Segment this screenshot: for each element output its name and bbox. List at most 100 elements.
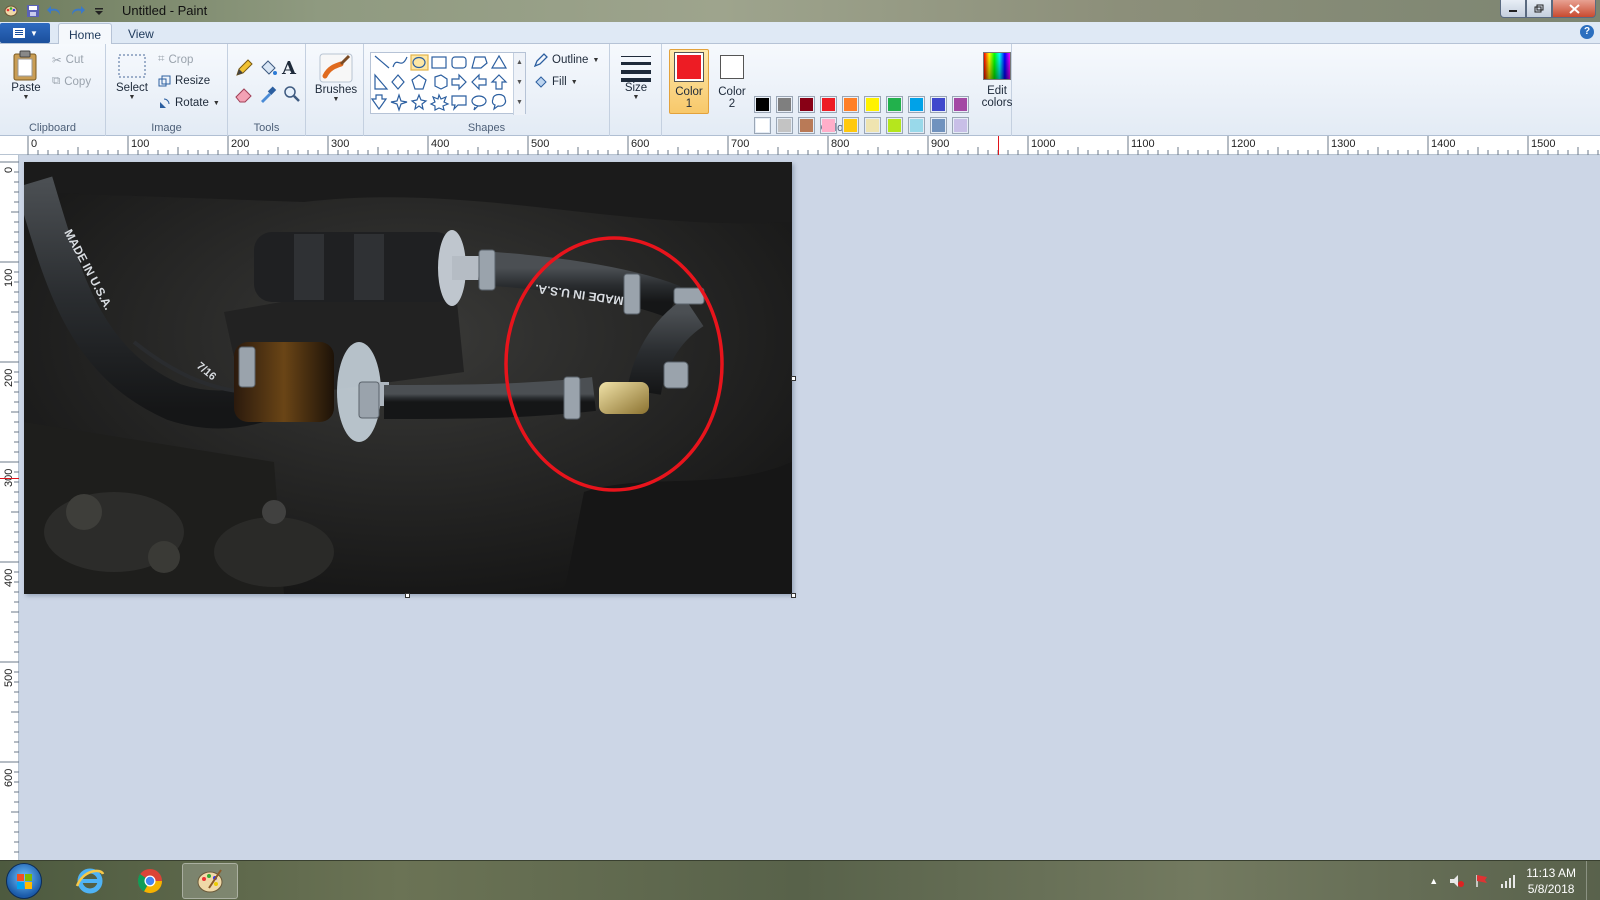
- palette-swatch[interactable]: [754, 96, 771, 113]
- palette-swatch[interactable]: [820, 117, 837, 134]
- resize-button[interactable]: Resize: [158, 75, 210, 87]
- canvas-resize-handle-corner[interactable]: [791, 593, 796, 598]
- clipboard-group-label: Clipboard: [28, 122, 77, 134]
- menu-document-icon: [13, 28, 26, 38]
- tab-view[interactable]: View: [118, 23, 164, 45]
- start-button[interactable]: [6, 863, 42, 899]
- size-label: Size: [624, 82, 648, 94]
- system-tray: ▲ 11:13 AM 5/8/2018: [1429, 861, 1596, 900]
- palette-swatch[interactable]: [930, 117, 947, 134]
- select-button[interactable]: Select ▼: [114, 52, 150, 101]
- copy-button[interactable]: ⧉ Copy: [52, 75, 91, 88]
- ruler-label: 300: [331, 138, 350, 150]
- palette-swatch[interactable]: [776, 96, 793, 113]
- fill-tool[interactable]: [258, 58, 278, 78]
- taskbar-chrome[interactable]: [122, 863, 178, 899]
- shapes-gallery: ▲ ▼ ▼: [370, 52, 526, 115]
- chevron-down-icon: ▼: [632, 94, 640, 101]
- canvas-resize-handle-right[interactable]: [791, 376, 796, 381]
- clipboard-group: Paste ▼ ✂ Cut ⧉ Copy Clipboard: [0, 44, 106, 136]
- paint-app-icon[interactable]: [2, 2, 20, 20]
- canvas-resize-handle-bottom[interactable]: [405, 593, 410, 598]
- image-group-label: Image: [151, 122, 182, 134]
- tools-group: A Tools: [228, 44, 306, 136]
- chrome-icon: [137, 869, 162, 894]
- drawing-canvas[interactable]: MADE IN U.S.A. MADE IN U.S.A. 7/16: [24, 162, 792, 594]
- palette-swatch[interactable]: [842, 117, 859, 134]
- fill-button[interactable]: Fill ▼: [534, 75, 578, 89]
- ruler-label: 1300: [1331, 138, 1356, 150]
- customize-toolbar-icon[interactable]: [90, 2, 108, 20]
- show-desktop-button[interactable]: [1586, 861, 1596, 900]
- restore-button[interactable]: [1526, 0, 1552, 18]
- cut-button[interactable]: ✂ Cut: [52, 53, 84, 67]
- action-center-flag-icon[interactable]: [1474, 873, 1490, 889]
- color1-button[interactable]: Color 1: [669, 52, 709, 110]
- shapes-gallery-icons: [371, 54, 508, 112]
- ruler-label: 1400: [1431, 138, 1456, 150]
- tab-home[interactable]: Home: [58, 23, 113, 45]
- paint-menu-button[interactable]: ▼: [0, 23, 50, 43]
- crop-button[interactable]: ⌗ Crop: [158, 53, 193, 66]
- palette-swatch[interactable]: [908, 117, 925, 134]
- palette-swatch-fill: [800, 98, 813, 111]
- system-clock[interactable]: 11:13 AM 5/8/2018: [1526, 865, 1576, 897]
- size-button[interactable]: Size ▼: [616, 52, 656, 101]
- brushes-label: Brushes: [314, 84, 358, 96]
- palette-swatch[interactable]: [908, 96, 925, 113]
- brushes-button[interactable]: Brushes ▼: [314, 50, 358, 103]
- palette-swatch-fill: [800, 119, 813, 132]
- palette-swatch[interactable]: [952, 96, 969, 113]
- palette-swatch[interactable]: [776, 117, 793, 134]
- chevron-down-icon: ▼: [592, 56, 600, 64]
- palette-swatch[interactable]: [820, 96, 837, 113]
- ruler-label: 200: [3, 368, 15, 387]
- eraser-tool[interactable]: [234, 84, 254, 104]
- color2-number: 2: [728, 98, 736, 110]
- palette-swatch[interactable]: [864, 96, 881, 113]
- taskbar-internet-explorer[interactable]: [62, 863, 118, 899]
- eyedropper-icon: [261, 86, 277, 103]
- palette-swatch[interactable]: [754, 117, 771, 134]
- text-tool[interactable]: A: [282, 58, 296, 79]
- help-icon[interactable]: ?: [1580, 25, 1594, 39]
- color2-button[interactable]: Color 2: [712, 55, 752, 110]
- color-spectrum-icon: [983, 52, 1011, 80]
- ruler-label: 600: [631, 138, 650, 150]
- palette-swatch-fill: [932, 119, 945, 132]
- paste-button[interactable]: Paste ▼: [8, 50, 44, 101]
- size-group: Size ▼: [610, 44, 662, 136]
- show-hidden-icons-icon[interactable]: ▲: [1429, 876, 1438, 886]
- save-icon[interactable]: [24, 2, 42, 20]
- taskbar-paint[interactable]: [182, 863, 238, 899]
- outline-button[interactable]: Outline ▼: [534, 53, 599, 67]
- color-picker-tool[interactable]: [258, 84, 278, 104]
- palette-swatch[interactable]: [886, 96, 903, 113]
- palette-swatch[interactable]: [952, 117, 969, 134]
- edit-colors-button[interactable]: Edit colors: [977, 52, 1017, 109]
- palette-swatch-fill: [910, 119, 923, 132]
- fill-bucket-icon: [535, 76, 547, 88]
- redo-icon[interactable]: [68, 2, 86, 20]
- palette-swatch[interactable]: [842, 96, 859, 113]
- palette-swatch[interactable]: [798, 117, 815, 134]
- volume-muted-icon[interactable]: [1448, 873, 1465, 889]
- network-signal-icon[interactable]: [1500, 873, 1516, 889]
- magnifier-tool[interactable]: [282, 84, 302, 104]
- undo-icon[interactable]: [46, 2, 64, 20]
- copy-icon: ⧉: [52, 75, 61, 87]
- palette-swatch[interactable]: [798, 96, 815, 113]
- palette-swatch[interactable]: [886, 117, 903, 134]
- ruler-label: 800: [831, 138, 850, 150]
- title-bar: Untitled - Paint: [0, 0, 1600, 22]
- rotate-button[interactable]: Rotate ▼: [158, 97, 220, 109]
- palette-swatch[interactable]: [864, 117, 881, 134]
- pencil-tool[interactable]: [234, 58, 254, 78]
- scissors-icon: ✂: [52, 55, 62, 67]
- palette-swatch[interactable]: [930, 96, 947, 113]
- shapes-gallery-scroll[interactable]: ▲ ▼ ▼: [513, 53, 525, 115]
- minimize-button[interactable]: [1500, 0, 1526, 18]
- select-rectangle-icon: [118, 54, 146, 78]
- close-button[interactable]: [1552, 0, 1596, 18]
- vertical-ruler-ticks: [0, 161, 19, 853]
